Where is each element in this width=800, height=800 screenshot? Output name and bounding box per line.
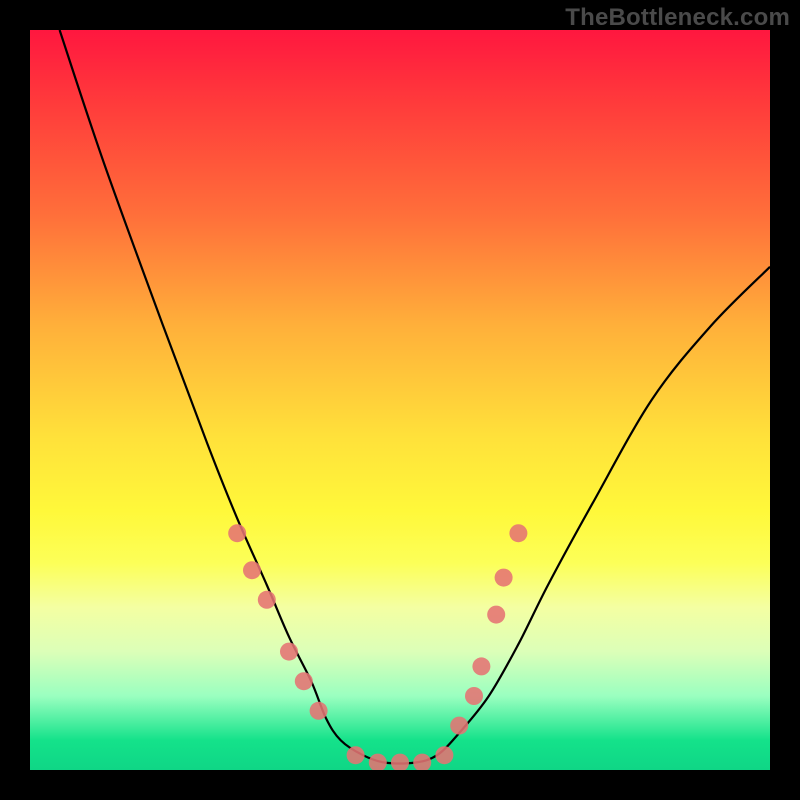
curve-marker [487, 606, 505, 624]
curve-marker [243, 561, 261, 579]
curve-markers [228, 524, 527, 770]
curve-marker [450, 717, 468, 735]
watermark-text: TheBottleneck.com [565, 4, 790, 32]
curve-marker [391, 754, 409, 770]
curve-marker [280, 643, 298, 661]
curve-marker [310, 702, 328, 720]
bottleneck-curve [60, 30, 770, 764]
curve-marker [347, 746, 365, 764]
curve-svg [30, 30, 770, 770]
curve-marker [228, 524, 246, 542]
curve-marker [369, 754, 387, 770]
curve-marker [509, 524, 527, 542]
chart-frame: TheBottleneck.com [0, 0, 800, 800]
plot-area [30, 30, 770, 770]
curve-marker [495, 569, 513, 587]
curve-marker [435, 746, 453, 764]
curve-marker [465, 687, 483, 705]
curve-marker [472, 657, 490, 675]
curve-marker [413, 754, 431, 770]
curve-marker [258, 591, 276, 609]
curve-marker [295, 672, 313, 690]
